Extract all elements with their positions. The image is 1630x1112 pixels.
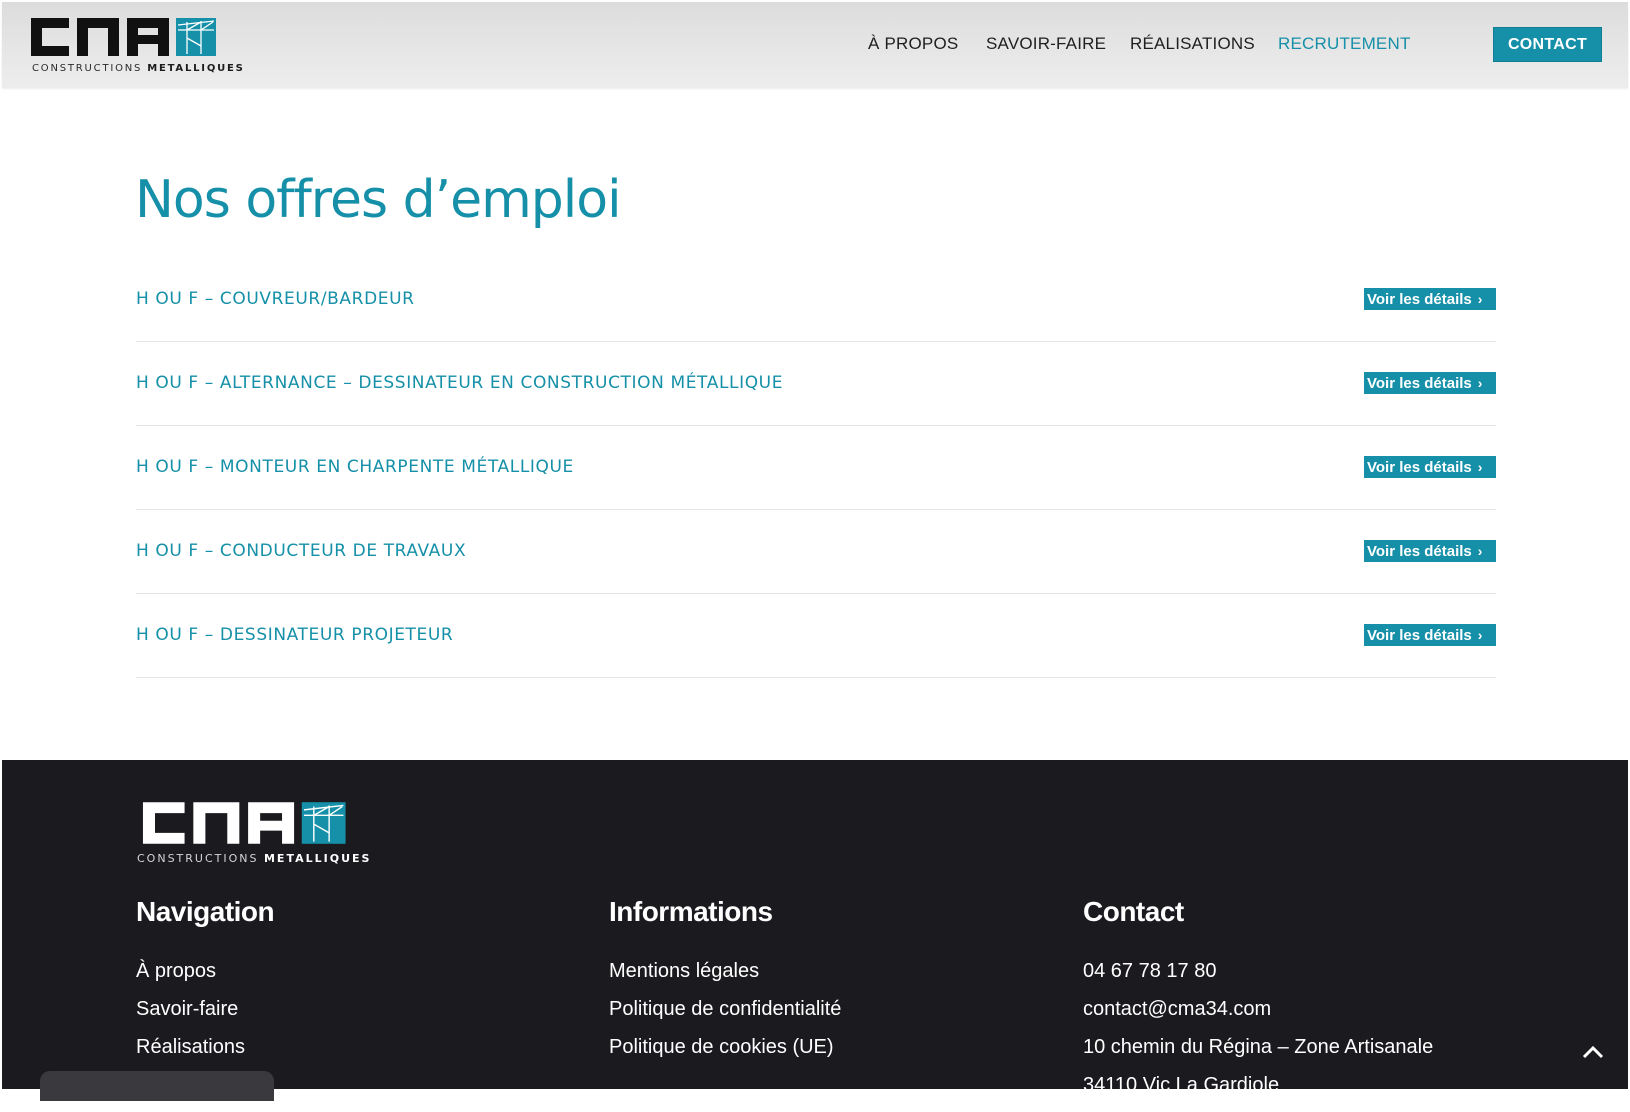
cookie-consent-tab[interactable] [40, 1071, 274, 1101]
footer-logo-subtitle: CONSTRUCTIONS METALLIQUES [137, 852, 372, 865]
footer-phone[interactable]: 04 67 78 17 80 [1083, 960, 1433, 998]
logo-subtitle: CONSTRUCTIONS METALLIQUES [32, 63, 245, 74]
scroll-to-top-button[interactable] [1578, 1040, 1608, 1064]
job-title-link[interactable]: H OU F – CONDUCTEUR DE TRAVAUX [136, 541, 466, 561]
footer-logo[interactable]: CONSTRUCTIONS METALLIQUES [136, 800, 369, 870]
job-row: H OU F – ALTERNANCE – DESSINATEUR EN CON… [136, 342, 1496, 426]
footer-informations: Informations Mentions légales Politique … [609, 896, 841, 1074]
chevron-right-icon: › [1477, 459, 1483, 475]
cma-logo-mark [142, 802, 346, 844]
job-title-link[interactable]: H OU F – DESSINATEUR PROJETEUR [136, 625, 453, 645]
footer-link-cookies[interactable]: Politique de cookies (UE) [609, 1036, 841, 1074]
view-details-button[interactable]: Voir les détails › [1364, 372, 1496, 394]
chevron-up-icon [1582, 1045, 1604, 1059]
nav-realisations[interactable]: RÉALISATIONS [1130, 34, 1255, 54]
view-details-button[interactable]: Voir les détails › [1364, 540, 1496, 562]
job-list: H OU F – COUVREUR/BARDEUR Voir les détai… [136, 258, 1496, 678]
footer-contact: Contact 04 67 78 17 80 contact@cma34.com… [1083, 896, 1433, 1112]
footer-link-a-propos[interactable]: À propos [136, 960, 274, 998]
nav-recrutement[interactable]: RECRUTEMENT [1278, 34, 1411, 54]
chevron-right-icon: › [1477, 291, 1483, 307]
site-footer: CONSTRUCTIONS METALLIQUES Navigation À p… [2, 760, 1628, 1096]
chevron-right-icon: › [1477, 627, 1483, 643]
page-title: Nos offres d’emploi [135, 170, 622, 230]
site-header: CONSTRUCTIONS METALLIQUES À PROPOS SAVOI… [2, 2, 1628, 88]
nav-savoir-faire[interactable]: SAVOIR-FAIRE [986, 34, 1106, 54]
footer-address-line1: 10 chemin du Régina – Zone Artisanale [1083, 1036, 1434, 1058]
job-title-link[interactable]: H OU F – COUVREUR/BARDEUR [136, 289, 415, 309]
view-details-button[interactable]: Voir les détails › [1364, 624, 1496, 646]
footer-heading-informations: Informations [609, 896, 773, 927]
job-row: H OU F – MONTEUR EN CHARPENTE MÉTALLIQUE… [136, 426, 1496, 510]
footer-heading-contact: Contact [1083, 896, 1184, 927]
footer-link-realisations[interactable]: Réalisations [136, 1036, 274, 1074]
view-details-button[interactable]: Voir les détails › [1364, 288, 1496, 310]
footer-link-savoir-faire[interactable]: Savoir-faire [136, 998, 274, 1036]
job-row: H OU F – DESSINATEUR PROJETEUR Voir les … [136, 594, 1496, 678]
job-row: H OU F – CONDUCTEUR DE TRAVAUX Voir les … [136, 510, 1496, 594]
footer-email[interactable]: contact@cma34.com [1083, 998, 1433, 1036]
chevron-right-icon: › [1477, 543, 1483, 559]
chevron-right-icon: › [1477, 375, 1483, 391]
header-logo[interactable]: CONSTRUCTIONS METALLIQUES [31, 16, 243, 76]
job-title-link[interactable]: H OU F – MONTEUR EN CHARPENTE MÉTALLIQUE [136, 457, 574, 477]
job-row: H OU F – COUVREUR/BARDEUR Voir les détai… [136, 258, 1496, 342]
contact-button[interactable]: CONTACT [1493, 27, 1602, 62]
footer-link-confidentialite[interactable]: Politique de confidentialité [609, 998, 841, 1036]
view-details-button[interactable]: Voir les détails › [1364, 456, 1496, 478]
nav-a-propos[interactable]: À PROPOS [868, 34, 958, 54]
footer-heading-navigation: Navigation [136, 896, 275, 927]
job-title-link[interactable]: H OU F – ALTERNANCE – DESSINATEUR EN CON… [136, 373, 783, 393]
footer-address-line2: 34110 Vic La Gardiole [1083, 1074, 1280, 1096]
footer-link-mentions-legales[interactable]: Mentions légales [609, 960, 841, 998]
footer-navigation: Navigation À propos Savoir-faire Réalisa… [136, 896, 275, 1074]
cma-logo-mark [31, 18, 216, 56]
